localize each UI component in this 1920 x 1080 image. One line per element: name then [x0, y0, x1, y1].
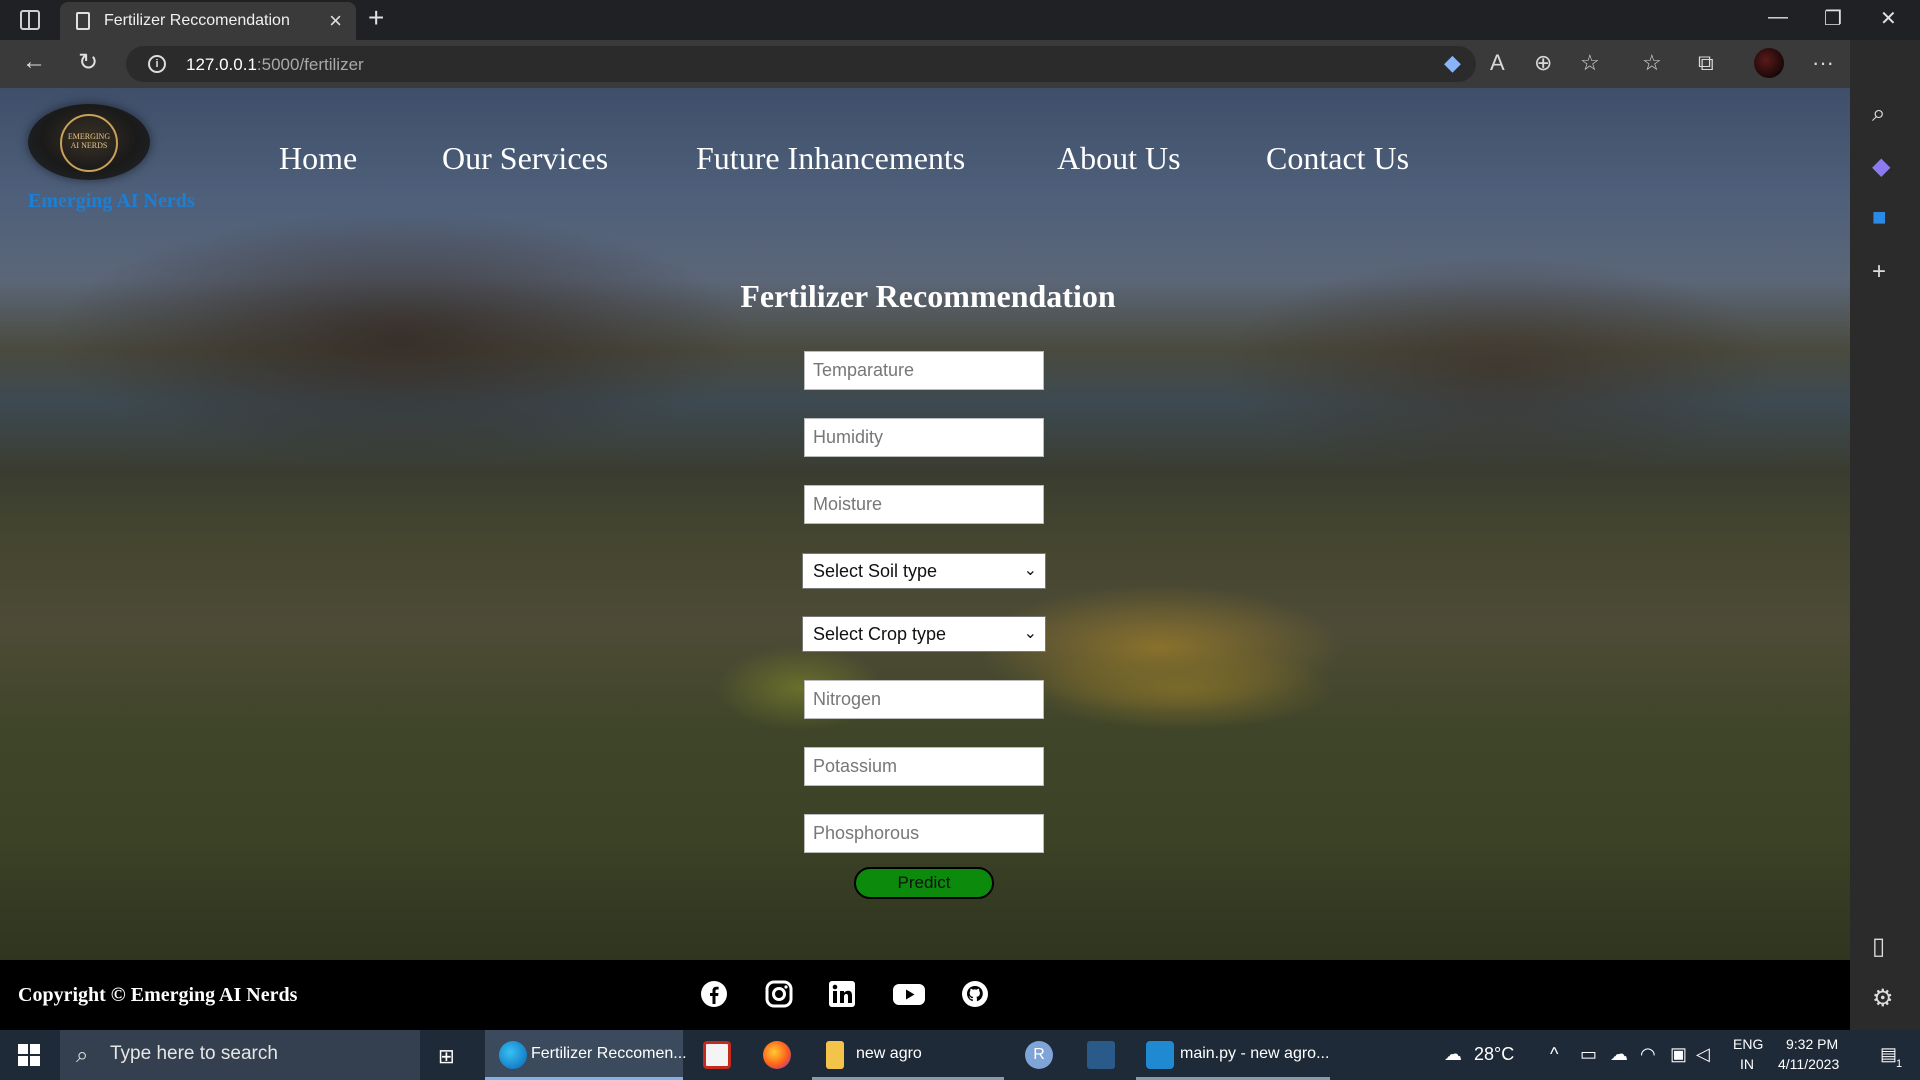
back-icon[interactable]: ←	[22, 48, 46, 76]
network-icon[interactable]: ▣	[1670, 1044, 1687, 1065]
windows-start-icon[interactable]	[18, 1044, 40, 1066]
settings-gear-icon[interactable]: ⚙	[1872, 984, 1894, 1013]
site-info-icon[interactable]: i	[148, 55, 166, 73]
volume-icon[interactable]: ◁	[1696, 1044, 1710, 1065]
snipping-tool-icon	[703, 1041, 731, 1069]
site-footer: Copyright © Emerging AI Nerds	[0, 960, 1850, 1030]
taskbar-search[interactable]: ⌕ Type here to search	[60, 1030, 420, 1080]
page-title: Fertilizer Recommendation	[740, 278, 1116, 314]
tab-title: Fertilizer Reccomendation	[104, 12, 290, 29]
phosphorous-input[interactable]: Phosphorous	[804, 814, 1044, 853]
taskbar-search-placeholder: Type here to search	[110, 1043, 278, 1064]
battery-icon[interactable]: ▭	[1580, 1044, 1597, 1065]
windows-taskbar: ⌕ Type here to search ⊞ Fertilizer Recco…	[0, 1030, 1920, 1080]
profile-avatar[interactable]	[1754, 48, 1784, 78]
vscode-icon	[1146, 1041, 1174, 1069]
linkedin-icon[interactable]	[828, 980, 856, 1008]
browser-tab[interactable]: Fertilizer Reccomendation ×	[60, 2, 356, 40]
edge-window-label: Fertilizer Reccomen...	[531, 1045, 687, 1062]
taskbar-r-app[interactable]: R	[1016, 1030, 1066, 1080]
zoom-icon[interactable]: ⊕	[1534, 50, 1552, 76]
edge-icon	[499, 1041, 527, 1069]
url-text: 127.0.0.1:5000/fertilizer	[186, 55, 364, 74]
task-view-icon[interactable]: ⊞	[438, 1044, 455, 1069]
new-tab-button[interactable]: +	[368, 2, 384, 34]
nav-future-inhancements[interactable]: Future Inhancements	[696, 140, 965, 177]
tab-actions-icon[interactable]	[20, 10, 40, 30]
firefox-icon	[763, 1041, 791, 1069]
copilot-icon[interactable]: ◆	[1872, 152, 1890, 181]
predict-button[interactable]: Predict	[854, 867, 994, 899]
outlook-icon[interactable]: ■	[1872, 204, 1887, 232]
soil-type-value: Select Soil type	[813, 561, 938, 581]
add-icon[interactable]: +	[1872, 258, 1886, 286]
close-tab-icon[interactable]: ×	[329, 8, 342, 34]
soil-type-select[interactable]: Select Soil type ⌄	[802, 553, 1046, 589]
clock-date[interactable]: 4/11/2023	[1778, 1056, 1839, 1072]
notifications-icon[interactable]: ▤	[1880, 1044, 1897, 1065]
refresh-icon[interactable]: ↻	[78, 48, 98, 77]
site-navbar: EMERGING AI NERDS Emerging AI Nerds Home…	[0, 88, 1850, 212]
folder-icon	[826, 1041, 844, 1069]
weather-icon[interactable]: ☁	[1444, 1044, 1462, 1065]
more-options-icon[interactable]: ···	[1812, 50, 1834, 76]
logo-text: EMERGING AI NERDS	[67, 132, 111, 150]
instagram-icon[interactable]	[765, 980, 793, 1008]
temperature-input[interactable]: Temparature	[804, 351, 1044, 390]
folder-window-label: new agro	[856, 1045, 922, 1062]
wifi-icon[interactable]: ◠	[1640, 1044, 1656, 1065]
add-favorite-icon[interactable]: ☆	[1580, 50, 1600, 76]
vscode-window-label: main.py - new agro...	[1180, 1045, 1330, 1062]
youtube-icon[interactable]	[892, 980, 926, 1008]
taskbar-folder[interactable]: new agro	[812, 1030, 1004, 1080]
search-icon: ⌕	[76, 1042, 89, 1067]
taskbar-vscode[interactable]: main.py - new agro...	[1136, 1030, 1330, 1080]
onedrive-icon[interactable]: ☁	[1610, 1044, 1628, 1065]
chart-app-icon	[1087, 1041, 1115, 1069]
taskbar-app2[interactable]	[1076, 1030, 1126, 1080]
web-page: EMERGING AI NERDS Emerging AI Nerds Home…	[0, 88, 1850, 1030]
url-field[interactable]: i 127.0.0.1:5000/fertilizer	[126, 46, 1476, 82]
favorites-icon[interactable]: ☆	[1642, 50, 1662, 76]
humidity-input[interactable]: Humidity	[804, 418, 1044, 457]
facebook-icon[interactable]	[700, 980, 728, 1008]
crop-type-value: Select Crop type	[813, 624, 947, 644]
crop-type-select[interactable]: Select Crop type ⌄	[802, 616, 1046, 652]
nav-our-services[interactable]: Our Services	[442, 140, 608, 177]
browser-tab-bar: Fertilizer Reccomendation × + — ❐ ✕	[0, 0, 1920, 40]
sidebar-toggle-icon[interactable]: ▯	[1872, 932, 1885, 961]
shopping-tag-icon[interactable]: ◆	[1444, 50, 1461, 76]
taskbar-firefox[interactable]	[752, 1030, 802, 1080]
chevron-down-icon: ⌄	[1023, 625, 1037, 642]
copyright-text: Copyright © Emerging AI Nerds	[18, 984, 298, 1006]
clock-time[interactable]: 9:32 PM	[1786, 1036, 1838, 1052]
moisture-input[interactable]: Moisture	[804, 485, 1044, 524]
collections-icon[interactable]: ⧉	[1698, 50, 1714, 76]
chevron-down-icon: ⌄	[1023, 562, 1037, 579]
language-indicator[interactable]: ENG	[1733, 1036, 1763, 1052]
region-indicator[interactable]: IN	[1740, 1056, 1754, 1072]
search-icon[interactable]: ⌕	[1872, 100, 1885, 128]
page-icon	[76, 12, 90, 30]
site-logo[interactable]: EMERGING AI NERDS	[28, 104, 150, 180]
nav-home[interactable]: Home	[279, 140, 357, 177]
browser-sidebar: ⌕ ◆ ■ + ▯ ⚙	[1850, 40, 1920, 1030]
nav-about-us[interactable]: About Us	[1057, 140, 1181, 177]
show-hidden-icons[interactable]: ^	[1550, 1044, 1558, 1065]
notification-count: 1	[1896, 1058, 1903, 1070]
r-app-icon: R	[1025, 1041, 1053, 1069]
brand-name: Emerging AI Nerds	[28, 190, 195, 212]
address-bar-row: ← ↻ i 127.0.0.1:5000/fertilizer ◆ A ⊕ ☆ …	[0, 40, 1920, 88]
nav-contact-us[interactable]: Contact Us	[1266, 140, 1409, 177]
close-window-icon[interactable]: ✕	[1880, 6, 1897, 31]
potassium-input[interactable]: Potassium	[804, 747, 1044, 786]
restore-icon[interactable]: ❐	[1824, 6, 1842, 31]
weather-temp[interactable]: 28°C	[1474, 1044, 1514, 1065]
read-aloud-icon[interactable]: A	[1490, 50, 1505, 76]
taskbar-snip[interactable]	[692, 1030, 742, 1080]
github-icon[interactable]	[961, 980, 989, 1008]
nitrogen-input[interactable]: Nitrogen	[804, 680, 1044, 719]
minimize-icon[interactable]: —	[1768, 6, 1788, 29]
taskbar-edge[interactable]: Fertilizer Reccomen...	[485, 1030, 687, 1080]
